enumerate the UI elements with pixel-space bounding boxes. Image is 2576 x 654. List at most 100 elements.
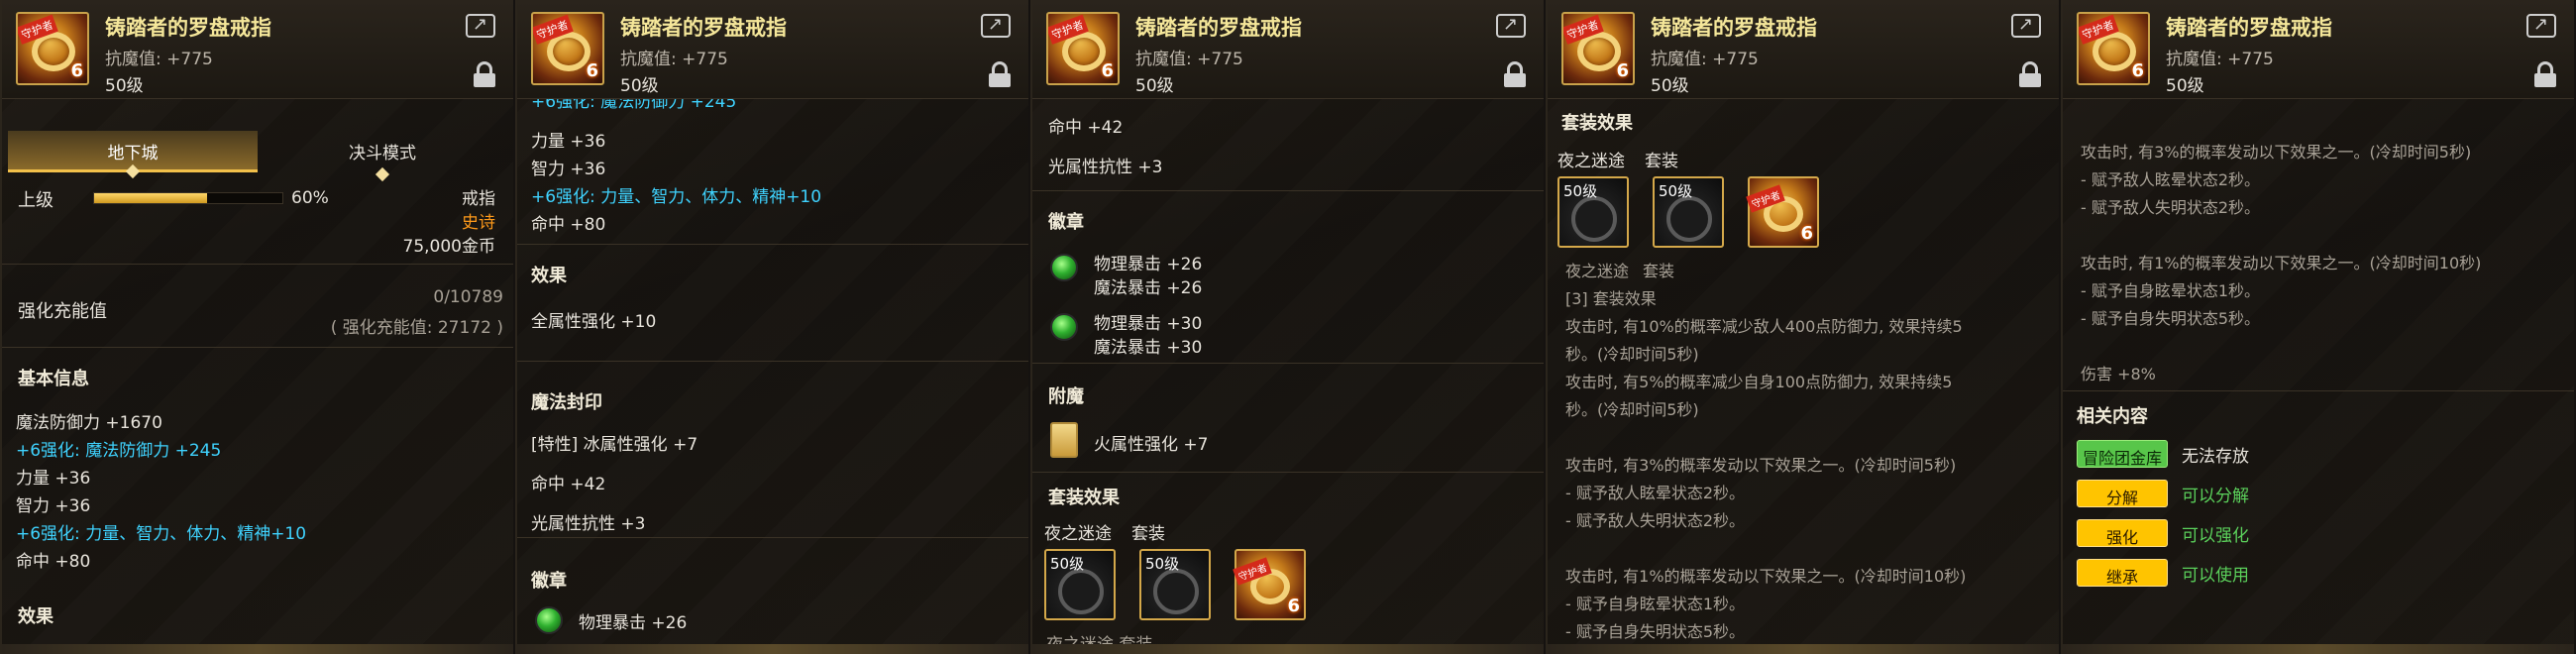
emblem-line: 物理暴击 +26	[579, 613, 688, 633]
tooltip-body: 地下城 决斗模式 上级 60% 戒指 史诗 75,000金币 强化充能值 0/10789 ( 强化…	[2, 99, 513, 654]
share-icon[interactable]	[1496, 14, 1526, 38]
stat-line: 命中 +80	[531, 215, 606, 235]
item-name: 铸踏者的罗盘戒指	[1135, 16, 1302, 40]
item-level: 50级	[1651, 76, 1689, 96]
tooltip-panel-1: 地下城 决斗模式 上级 60% 戒指 史诗 75,000金币 强化充能值 0/10789 ( 强化…	[0, 0, 513, 654]
ring-item-icon[interactable]: 守护者 6	[16, 12, 89, 85]
damage-line: 伤害 +8%	[2081, 365, 2156, 383]
tooltip-body: +6强化: 魔法防御力 +245 力量 +36 智力 +36 +6强化: 力量、智力、…	[517, 92, 1028, 654]
ring-item-icon[interactable]: 守护者 6	[1046, 12, 1120, 85]
emblem-title: 徽章	[1048, 212, 1084, 233]
set-effect-line: - 赋予自身失明状态5秒。	[2081, 309, 2261, 328]
item-header: 守护者 6 铸踏者的罗盘戒指 抗魔值: +775 50级	[517, 0, 1028, 99]
divider	[2063, 390, 2574, 391]
bottom-strip	[1032, 644, 1544, 654]
tab-indicator	[125, 164, 141, 179]
slot-level: 50级	[1050, 555, 1085, 573]
stat-line: 魔法防御力 +1670	[16, 413, 162, 433]
divider	[2, 347, 513, 348]
emblem-orb-icon	[1050, 254, 1078, 281]
basic-info-title: 基本信息	[18, 369, 89, 389]
reinforce-level: 6	[1800, 223, 1813, 244]
item-level: 50级	[620, 76, 659, 96]
armor-icon	[1153, 569, 1199, 614]
resist-value: 抗魔值: +775	[1135, 50, 1243, 69]
charge-value: 0/10789	[433, 287, 503, 307]
set-slot-armor[interactable]: 50级	[1044, 549, 1116, 620]
stat-line: 光属性抗性 +3	[1048, 158, 1163, 177]
set-name: 夜之迷途	[1044, 524, 1112, 544]
grade-label: 上级	[18, 190, 54, 211]
seal-title: 魔法封印	[531, 392, 602, 413]
emblem-orb-icon	[535, 606, 563, 634]
lock-icon[interactable]	[989, 61, 1011, 87]
enchant-title: 附魔	[1048, 386, 1084, 407]
charge-label: 强化充能值	[18, 301, 107, 322]
divider	[1032, 190, 1544, 191]
set-slot-ring[interactable]: 守护者 6	[1746, 176, 1819, 248]
set-word-2: 套装	[1643, 262, 1675, 280]
tab-dungeon[interactable]: 地下城	[8, 131, 258, 179]
lock-icon[interactable]	[474, 61, 495, 87]
tooltip-panel-5: 攻击时, 有3%的概率发动以下效果之一。(冷却时间5秒) - 赋予敌人眩晕状态2秒…	[2061, 0, 2574, 654]
set-slot-armor[interactable]: 50级	[1139, 549, 1211, 620]
lock-icon[interactable]	[1504, 61, 1526, 87]
ring-item-icon[interactable]: 守护者 6	[2077, 12, 2150, 85]
emblem-line: 魔法暴击 +30	[1094, 338, 1203, 358]
set-slot-armor[interactable]: 50级	[1557, 176, 1629, 248]
slot-level: 50级	[1145, 555, 1180, 573]
divider	[517, 244, 1028, 245]
ring-item-icon[interactable]: 守护者 6	[1561, 12, 1635, 85]
armor-icon	[1666, 196, 1712, 242]
set-effect-line: 秒。(冷却时间5秒)	[1565, 400, 1699, 419]
related-badge[interactable]: 强化	[2077, 519, 2168, 547]
tooltip-panel-4: 套装效果 夜之迷途 套装 50级 50级 守护者 6 夜之迷途 套装 [3] 套装效果 攻击时, 有…	[1546, 0, 2059, 654]
emblem-title: 徽章	[531, 571, 567, 592]
divider	[1032, 472, 1544, 473]
related-text: 无法存放	[2182, 447, 2249, 467]
set-name-2: 夜之迷途	[1565, 262, 1630, 280]
item-rarity: 史诗	[462, 213, 495, 233]
reinforce-level: 6	[586, 60, 598, 81]
mode-tabs: 地下城 决斗模式	[8, 131, 507, 182]
reinforce-level: 6	[1616, 60, 1629, 81]
set-slot-armor[interactable]: 50级	[1653, 176, 1724, 248]
set-slot-ring[interactable]: 守护者 6	[1233, 549, 1306, 620]
set-count: [3] 套装效果	[1565, 289, 1657, 308]
set-title: 套装效果	[1048, 488, 1120, 508]
enchant-line: 火属性强化 +7	[1094, 435, 1209, 455]
reinforce-level: 6	[2131, 60, 2144, 81]
related-badge[interactable]: 分解	[2077, 480, 2168, 507]
share-icon[interactable]	[466, 14, 495, 38]
slot-level: 50级	[1659, 182, 1693, 200]
emblem-line: 魔法暴击 +26	[1094, 278, 1203, 298]
item-level: 50级	[2166, 76, 2204, 96]
set-effect-line: 秒。(冷却时间5秒)	[1565, 345, 1699, 364]
share-icon[interactable]	[2526, 14, 2556, 38]
related-badge[interactable]: 冒险团金库	[2077, 440, 2168, 468]
tab-pvp[interactable]: 决斗模式	[258, 131, 507, 182]
share-icon[interactable]	[2011, 14, 2041, 38]
reinforce-level: 6	[1287, 596, 1300, 616]
lock-icon[interactable]	[2534, 61, 2556, 87]
related-title: 相关内容	[2077, 406, 2148, 427]
item-name: 铸踏者的罗盘戒指	[105, 16, 271, 40]
divider	[1032, 363, 1544, 364]
set-effect-line: - 赋予自身眩晕状态1秒。	[2081, 281, 2261, 300]
ring-item-icon[interactable]: 守护者 6	[531, 12, 604, 85]
seal-line: 命中 +42	[531, 475, 606, 494]
share-icon[interactable]	[981, 14, 1011, 38]
item-level: 50级	[105, 76, 144, 96]
lock-icon[interactable]	[2019, 61, 2041, 87]
related-text: 可以分解	[2182, 487, 2249, 506]
bottom-strip	[517, 644, 1028, 654]
grade-percent: 60%	[291, 188, 329, 208]
stat-line: 命中 +42	[1048, 118, 1124, 138]
set-effect-line: - 赋予敌人失明状态2秒。	[2081, 198, 2261, 217]
grade-progress-bar	[93, 192, 283, 204]
reinforce-level: 6	[1101, 60, 1114, 81]
reinforce-level: 6	[70, 60, 83, 81]
stat-line: 力量 +36	[531, 132, 606, 152]
item-header: 守护者 6 铸踏者的罗盘戒指 抗魔值: +775 50级	[2063, 0, 2574, 99]
related-badge[interactable]: 继承	[2077, 559, 2168, 587]
